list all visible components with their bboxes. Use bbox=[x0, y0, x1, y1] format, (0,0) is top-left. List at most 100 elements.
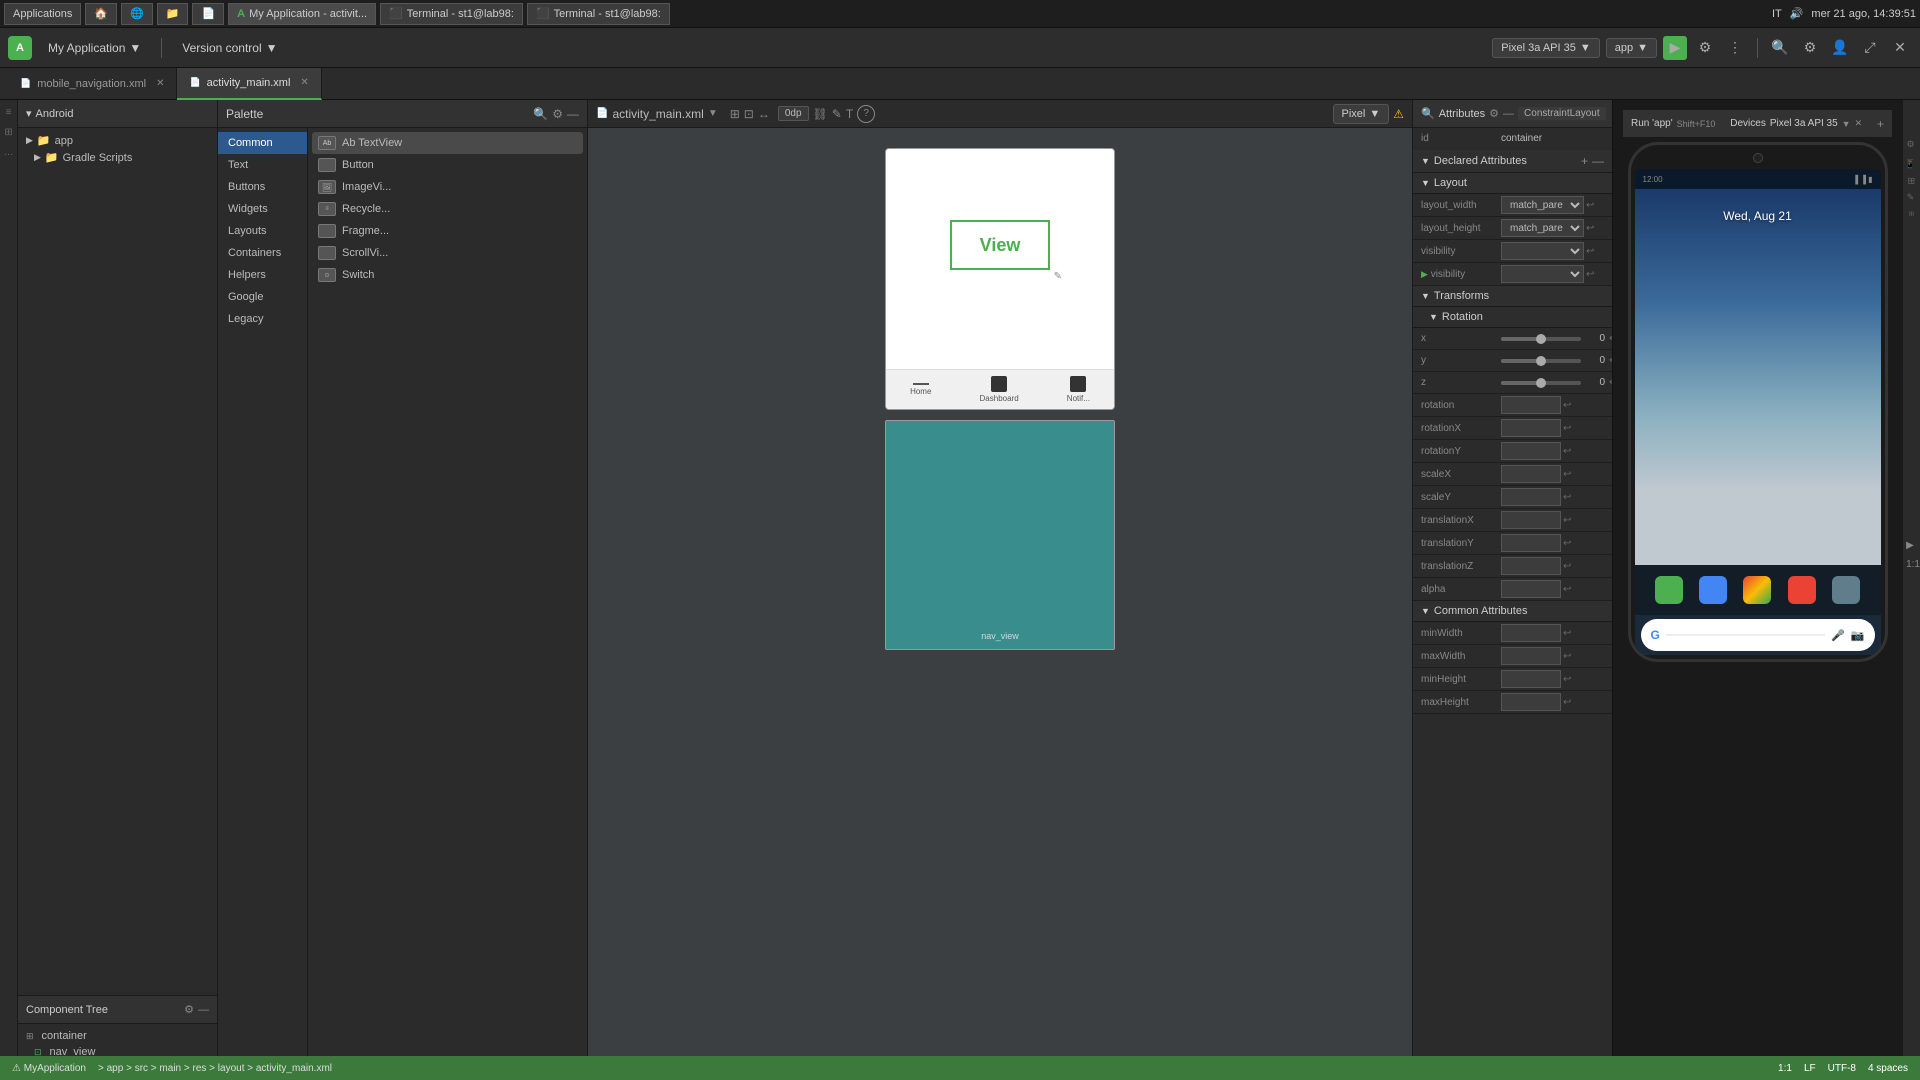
devices-dropdown[interactable]: ▼ bbox=[1842, 119, 1851, 129]
canvas-icon-1[interactable]: ⊞ bbox=[730, 107, 740, 121]
taskbar-applications[interactable]: Applications bbox=[4, 3, 81, 25]
attr-settings-icon[interactable]: ⚙ bbox=[1489, 107, 1499, 120]
palette-cat-google[interactable]: Google bbox=[218, 286, 307, 308]
palette-minimize-icon[interactable]: — bbox=[567, 107, 579, 121]
declared-attributes-section[interactable]: ▼ Declared Attributes + — bbox=[1413, 150, 1612, 173]
minHeight-reset[interactable]: ↩ bbox=[1563, 674, 1571, 685]
rotation-input[interactable] bbox=[1501, 396, 1561, 414]
left-sidebar-icon-1[interactable]: ≡ bbox=[1, 104, 17, 120]
maxHeight-reset[interactable]: ↩ bbox=[1563, 697, 1571, 708]
rotationX-reset[interactable]: ↩ bbox=[1563, 423, 1571, 434]
settings-button[interactable]: ⚙ bbox=[1693, 36, 1717, 60]
tree-item-app[interactable]: ▶ 📁 app bbox=[18, 132, 217, 149]
translationX-input[interactable] bbox=[1501, 511, 1561, 529]
zero-dp-badge[interactable]: 0dp bbox=[778, 106, 809, 121]
canvas-icon-5[interactable]: ✎ bbox=[832, 107, 842, 121]
palette-cat-text[interactable]: Text bbox=[218, 154, 307, 176]
layout-width-reset[interactable]: ↩ bbox=[1586, 200, 1594, 211]
palette-cat-common[interactable]: Common bbox=[218, 132, 307, 154]
right-sidebar-icon-3[interactable]: ⊞ bbox=[1907, 177, 1917, 185]
canvas-icon-2[interactable]: ⊡ bbox=[744, 107, 754, 121]
rotationY-input[interactable] bbox=[1501, 442, 1561, 460]
palette-item-recyclerview[interactable]: ≡ Recycle... bbox=[312, 198, 583, 220]
devices-close[interactable]: ✕ bbox=[1855, 118, 1863, 129]
tab-close-2[interactable]: ✕ bbox=[300, 77, 308, 88]
taskbar-docs[interactable]: 📄 bbox=[192, 3, 224, 25]
devices-tab[interactable]: Devices Pixel 3a API 35 ▼ ✕ bbox=[1730, 118, 1862, 129]
canvas-icon-6[interactable]: T bbox=[846, 107, 853, 121]
palette-search-icon[interactable]: 🔍 bbox=[533, 107, 548, 121]
palette-item-scrollview[interactable]: ScrollVi... bbox=[312, 242, 583, 264]
mic-icon[interactable]: 🎤 bbox=[1831, 629, 1845, 642]
palette-item-imageview[interactable]: 🖼 ImageVi... bbox=[312, 176, 583, 198]
right-sidebar-icon-4[interactable]: ✎ bbox=[1907, 193, 1917, 203]
maxWidth-input[interactable] bbox=[1501, 647, 1561, 665]
maxWidth-reset[interactable]: ↩ bbox=[1563, 651, 1571, 662]
preview-search-bar[interactable]: G 🎤 📷 bbox=[1641, 619, 1875, 651]
z-slider-thumb[interactable] bbox=[1536, 378, 1546, 388]
search-button[interactable]: 🔍 bbox=[1768, 36, 1792, 60]
tab-mobile-navigation[interactable]: 📄 mobile_navigation.xml ✕ bbox=[8, 68, 177, 100]
translationZ-input[interactable] bbox=[1501, 557, 1561, 575]
layout-height-reset[interactable]: ↩ bbox=[1586, 223, 1594, 234]
taskbar-browser[interactable]: 🌐 bbox=[121, 3, 153, 25]
visibility-reset[interactable]: ↩ bbox=[1586, 246, 1594, 257]
expand-icon[interactable]: ▶ bbox=[1906, 540, 1920, 551]
canvas-icon-3[interactable]: ↔ bbox=[758, 107, 770, 121]
account-button[interactable]: 👤 bbox=[1828, 36, 1852, 60]
palette-item-fragment[interactable]: Fragme... bbox=[312, 220, 583, 242]
palette-cat-containers[interactable]: Containers bbox=[218, 242, 307, 264]
layout-section[interactable]: ▼ Layout bbox=[1413, 173, 1612, 194]
visibility2-reset[interactable]: ↩ bbox=[1586, 269, 1594, 280]
rotationY-reset[interactable]: ↩ bbox=[1563, 446, 1571, 457]
maximize-button[interactable]: ⤢ bbox=[1858, 36, 1882, 60]
maxHeight-input[interactable] bbox=[1501, 693, 1561, 711]
palette-settings-icon[interactable]: ⚙ bbox=[552, 107, 563, 121]
gear-button[interactable]: ⚙ bbox=[1798, 36, 1822, 60]
alpha-reset[interactable]: ↩ bbox=[1563, 584, 1571, 595]
breadcrumb[interactable]: > app > src > main > res > layout > acti… bbox=[98, 1063, 332, 1074]
rotation-reset[interactable]: ↩ bbox=[1563, 400, 1571, 411]
minHeight-input[interactable] bbox=[1501, 670, 1561, 688]
translationY-input[interactable] bbox=[1501, 534, 1561, 552]
scaleY-input[interactable] bbox=[1501, 488, 1561, 506]
left-sidebar-icon-2[interactable]: ⊞ bbox=[1, 124, 17, 140]
scaleX-reset[interactable]: ↩ bbox=[1563, 469, 1571, 480]
tree-item-gradle[interactable]: ▶ 📁 Gradle Scripts bbox=[18, 149, 217, 166]
transforms-section[interactable]: ▼ Transforms bbox=[1413, 286, 1612, 307]
minWidth-input[interactable] bbox=[1501, 624, 1561, 642]
common-attributes-section[interactable]: ▼ Common Attributes bbox=[1413, 601, 1612, 622]
version-control-button[interactable]: Version control ▼ bbox=[174, 37, 285, 59]
component-tree-minimize[interactable]: — bbox=[198, 1004, 209, 1016]
layout-width-select[interactable]: match_parent bbox=[1501, 196, 1584, 214]
palette-cat-legacy[interactable]: Legacy bbox=[218, 308, 307, 330]
z-slider[interactable] bbox=[1501, 381, 1581, 385]
rotation-section[interactable]: ▼ Rotation bbox=[1413, 307, 1612, 328]
x-slider[interactable] bbox=[1501, 337, 1581, 341]
app-config-selector[interactable]: app ▼ bbox=[1606, 38, 1657, 58]
taskbar-files[interactable]: 📁 bbox=[157, 3, 189, 25]
translationZ-reset[interactable]: ↩ bbox=[1563, 561, 1571, 572]
add-declared-button[interactable]: + bbox=[1581, 154, 1588, 168]
palette-cat-helpers[interactable]: Helpers bbox=[218, 264, 307, 286]
remove-declared-button[interactable]: — bbox=[1592, 154, 1604, 168]
component-tree-settings[interactable]: ⚙ bbox=[184, 1003, 194, 1016]
device-selector[interactable]: Pixel 3a API 35 ▼ bbox=[1492, 38, 1600, 58]
left-sidebar-icon-3[interactable]: … bbox=[1, 144, 17, 160]
translationY-reset[interactable]: ↩ bbox=[1563, 538, 1571, 549]
taskbar-android-studio[interactable]: A My Application - activit... bbox=[228, 3, 376, 25]
palette-cat-widgets[interactable]: Widgets bbox=[218, 198, 307, 220]
tab-close-1[interactable]: ✕ bbox=[156, 78, 164, 89]
canvas-resize-handle[interactable]: ✎ bbox=[1054, 271, 1062, 282]
rotationX-input[interactable] bbox=[1501, 419, 1561, 437]
right-sidebar-icon-1[interactable]: ⚙ bbox=[1907, 140, 1917, 150]
x-slider-thumb[interactable] bbox=[1536, 334, 1546, 344]
right-sidebar-icon-5[interactable]: ≡ bbox=[1907, 211, 1917, 216]
attr-minimize-icon[interactable]: — bbox=[1503, 108, 1514, 120]
canvas-help-button[interactable]: ? bbox=[857, 105, 875, 123]
attr-search-icon[interactable]: 🔍 bbox=[1421, 107, 1435, 120]
view-box[interactable]: View bbox=[950, 220, 1050, 270]
y-slider-thumb[interactable] bbox=[1536, 356, 1546, 366]
close-window-button[interactable]: ✕ bbox=[1888, 36, 1912, 60]
canvas-dropdown-icon[interactable]: ▼ bbox=[708, 108, 718, 119]
